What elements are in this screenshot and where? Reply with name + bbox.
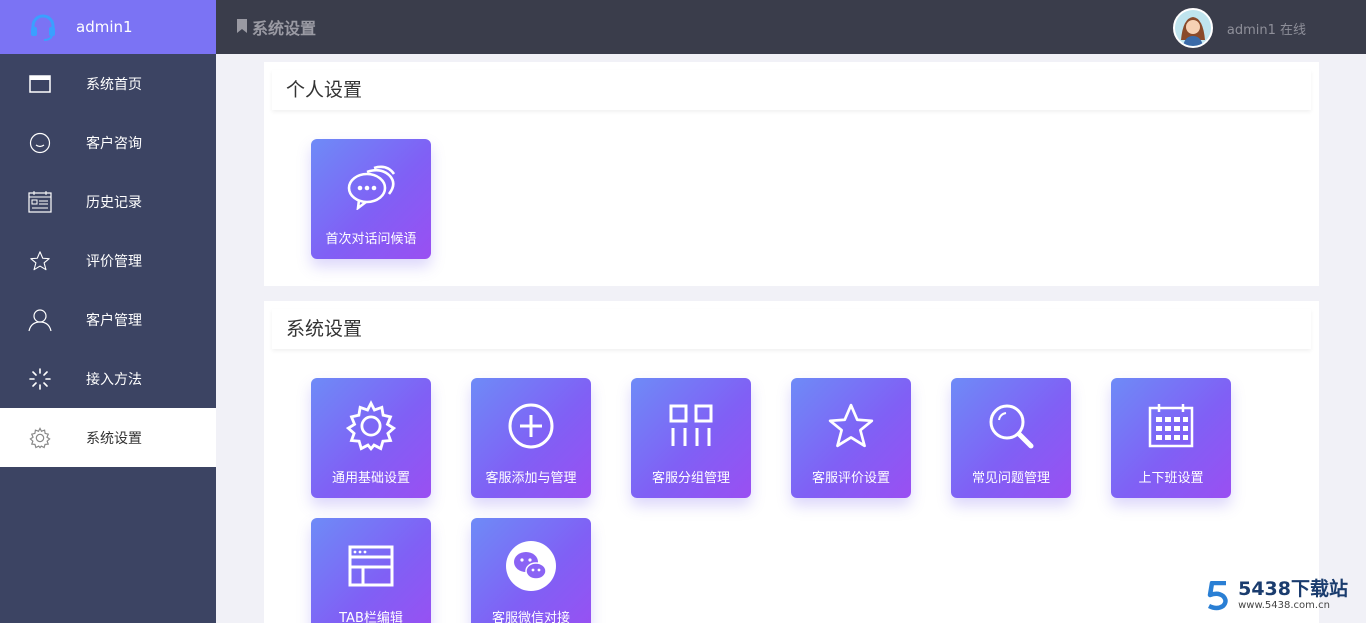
sidebar-item-label: 历史记录	[86, 194, 142, 211]
sidebar-item-label: 客户管理	[86, 312, 142, 329]
user-menu[interactable]: admin1 在线	[1172, 8, 1306, 48]
sidebar-item-label: 评价管理	[86, 253, 142, 270]
tile-label: 上下班设置	[1138, 471, 1204, 486]
star-icon	[791, 400, 911, 452]
sidebar-item-access[interactable]: 接入方法	[0, 349, 216, 408]
personal-settings-panel: 个人设置 首次对话问候语	[264, 62, 1319, 286]
sidebar-item-home[interactable]: 系统首页	[0, 54, 216, 113]
watermark-title: 5438下载站	[1238, 578, 1348, 600]
tile-label: 客服微信对接	[491, 611, 570, 623]
watermark-url: www.5438.com.cn	[1238, 600, 1330, 611]
watermark: 5438下载站 www.5438.com.cn	[1206, 580, 1348, 611]
sidebar-item-label: 接入方法	[86, 371, 142, 388]
wechat-icon	[471, 540, 591, 592]
sidebar-item-label: 客户咨询	[86, 135, 142, 152]
section-title: 个人设置	[272, 70, 1311, 110]
page-title-text: 系统设置	[252, 19, 317, 38]
tile-label: 通用基础设置	[331, 471, 410, 486]
chat-bubbles-icon	[311, 161, 431, 213]
tile-label: 客服添加与管理	[485, 471, 577, 486]
page-title: 系统设置	[236, 15, 316, 39]
tile-wechat-link[interactable]: 客服微信对接	[471, 518, 591, 623]
sidebar-item-history[interactable]: 历史记录	[0, 172, 216, 231]
calendar-list-icon	[28, 190, 52, 214]
user-status: admin1 在线	[1226, 22, 1306, 38]
sidebar-item-rating[interactable]: 评价管理	[0, 231, 216, 290]
sidebar-item-settings[interactable]: 系统设置	[0, 408, 216, 467]
tile-label: TAB栏编辑	[339, 611, 403, 623]
tile-rating-settings[interactable]: 客服评价设置	[791, 378, 911, 498]
tile-label: 客服评价设置	[811, 471, 890, 486]
avatar[interactable]	[1172, 8, 1213, 48]
bookmark-icon	[236, 18, 248, 37]
tile-label: 首次对话问候语	[325, 232, 417, 247]
tile-greeting[interactable]: 首次对话问候语	[311, 139, 431, 259]
tile-label: 常见问题管理	[971, 471, 1050, 486]
section-title: 系统设置	[272, 309, 1311, 349]
plus-circle-icon	[471, 400, 591, 452]
search-icon	[951, 400, 1071, 452]
sidebar: admin1 系统首页 客户咨询 历史记录 评价管理 客户管理 接入方法 系统设…	[0, 0, 216, 623]
gear-icon	[28, 426, 52, 450]
spinner-icon	[28, 367, 52, 391]
tile-shift-settings[interactable]: 上下班设置	[1111, 378, 1231, 498]
tile-label: 客服分组管理	[651, 471, 730, 486]
tile-general-settings[interactable]: 通用基础设置	[311, 378, 431, 498]
watermark-logo-icon	[1206, 580, 1230, 611]
tile-group-manage[interactable]: 客服分组管理	[631, 378, 751, 498]
smile-icon	[28, 131, 52, 155]
sidebar-item-consult[interactable]: 客户咨询	[0, 113, 216, 172]
tile-faq-manage[interactable]: 常见问题管理	[951, 378, 1071, 498]
user-icon	[28, 308, 52, 332]
calendar-icon	[1111, 400, 1231, 452]
sidebar-item-label: 系统设置	[86, 430, 142, 447]
browser-window-icon	[311, 540, 431, 592]
sidebar-item-label: 系统首页	[86, 76, 142, 93]
tile-tab-edit[interactable]: TAB栏编辑	[311, 518, 431, 623]
group-grid-icon	[631, 400, 751, 452]
top-header: 系统设置 admin1 在线	[216, 0, 1366, 54]
tile-agent-manage[interactable]: 客服添加与管理	[471, 378, 591, 498]
sidebar-item-customers[interactable]: 客户管理	[0, 290, 216, 349]
brand: admin1	[0, 0, 216, 54]
star-icon	[28, 249, 52, 273]
brand-name: admin1	[76, 18, 133, 36]
gear-icon	[311, 400, 431, 452]
headset-icon	[28, 12, 58, 42]
system-settings-panel: 系统设置 通用基础设置 客服添加与管理 客服分组管理 客服评价设置 常见问题管理	[264, 301, 1319, 623]
window-icon	[28, 72, 52, 96]
